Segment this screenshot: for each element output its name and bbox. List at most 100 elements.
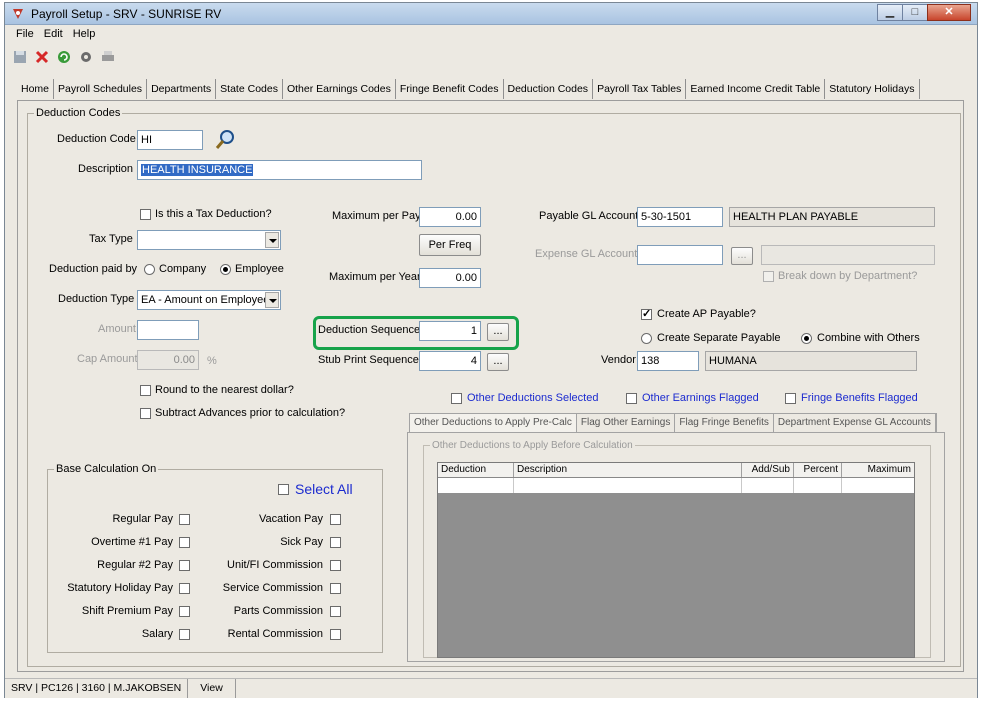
- column-add-sub[interactable]: Add/Sub: [742, 463, 794, 477]
- settings-icon[interactable]: [77, 48, 95, 66]
- menu-file[interactable]: File: [11, 26, 39, 44]
- stub-print-sequence-input[interactable]: 4: [419, 351, 481, 371]
- separate-payable-radio[interactable]: [641, 333, 652, 344]
- tab-flag-other-earnings[interactable]: Flag Other Earnings: [577, 414, 676, 432]
- amount-input[interactable]: [137, 320, 199, 340]
- tab-payroll-schedules[interactable]: Payroll Schedules: [54, 79, 148, 99]
- subtract-advances-checkbox[interactable]: [140, 408, 151, 419]
- max-per-year-input[interactable]: 0.00: [419, 268, 481, 288]
- print-icon[interactable]: [99, 48, 117, 66]
- select-all-checkbox[interactable]: [278, 484, 289, 495]
- search-icon[interactable]: [215, 128, 237, 150]
- table-row[interactable]: [438, 478, 914, 493]
- regular-2-pay-checkbox[interactable]: [179, 560, 190, 571]
- pre-calc-table[interactable]: Deduction Description Add/Sub Percent Ma…: [437, 462, 915, 658]
- deduction-codes-legend: Deduction Codes: [36, 107, 121, 119]
- expense-gl-input[interactable]: [637, 245, 723, 265]
- combine-others-label: Combine with Others: [817, 332, 920, 344]
- paid-by-employee-radio[interactable]: [220, 264, 231, 275]
- salary-checkbox[interactable]: [179, 629, 190, 640]
- tab-pre-calc[interactable]: Other Deductions to Apply Pre-Calc: [410, 414, 577, 432]
- percent-sign: %: [207, 355, 217, 367]
- column-description[interactable]: Description: [514, 463, 742, 477]
- paid-by-company-radio[interactable]: [144, 264, 155, 275]
- regular-pay-checkbox[interactable]: [179, 514, 190, 525]
- column-percent[interactable]: Percent: [794, 463, 842, 477]
- vendor-input[interactable]: 138: [637, 351, 699, 371]
- overtime-1-pay-checkbox[interactable]: [179, 537, 190, 548]
- table-header: Deduction Description Add/Sub Percent Ma…: [438, 463, 914, 478]
- column-deduction[interactable]: Deduction: [438, 463, 514, 477]
- tab-payroll-tax-tables[interactable]: Payroll Tax Tables: [593, 79, 687, 99]
- separate-payable-label: Create Separate Payable: [657, 332, 781, 344]
- tab-other-earnings-codes[interactable]: Other Earnings Codes: [283, 79, 396, 99]
- per-freq-button[interactable]: Per Freq: [419, 234, 481, 256]
- statutory-holiday-pay-checkbox[interactable]: [179, 583, 190, 594]
- create-ap-payable-label: Create AP Payable?: [657, 308, 756, 320]
- shift-premium-pay-label: Shift Premium Pay: [81, 605, 173, 617]
- combine-others-radio[interactable]: [801, 333, 812, 344]
- close-button[interactable]: ✕: [927, 4, 971, 21]
- tax-type-select[interactable]: [137, 230, 281, 250]
- delete-icon[interactable]: [33, 48, 51, 66]
- deduction-type-select[interactable]: EA - Amount on Employees: [137, 290, 281, 310]
- window-title: Payroll Setup - SRV - SUNRISE RV: [31, 7, 222, 21]
- parts-commission-checkbox[interactable]: [330, 606, 341, 617]
- app-icon: [13, 9, 23, 19]
- deduction-code-input[interactable]: HI: [137, 130, 203, 150]
- break-down-checkbox[interactable]: [763, 271, 774, 282]
- status-view[interactable]: View: [188, 679, 236, 698]
- expense-gl-lookup-button[interactable]: ...: [731, 247, 753, 265]
- menu-edit[interactable]: Edit: [39, 26, 68, 44]
- tab-departments[interactable]: Departments: [147, 79, 217, 99]
- regular-pay-label: Regular Pay: [112, 513, 173, 525]
- minimize-button[interactable]: ▁: [877, 4, 903, 21]
- payroll-setup-window: Payroll Setup - SRV - SUNRISE RV ▁ □ ✕ F…: [4, 2, 978, 698]
- paid-by-employee-label: Employee: [235, 263, 284, 275]
- description-input[interactable]: HEALTH INSURANCE: [137, 160, 422, 180]
- payable-gl-input[interactable]: 5-30-1501: [637, 207, 723, 227]
- subtract-advances-label: Subtract Advances prior to calculation?: [155, 407, 346, 419]
- tab-fringe-benefit-codes[interactable]: Fringe Benefit Codes: [396, 79, 504, 99]
- vendor-label: Vendor: [601, 354, 636, 366]
- toolbar: [11, 46, 117, 68]
- shift-premium-pay-checkbox[interactable]: [179, 606, 190, 617]
- tab-deduction-codes[interactable]: Deduction Codes: [503, 79, 594, 99]
- cap-amount-label: Cap Amount: [77, 353, 138, 365]
- tab-home[interactable]: Home: [17, 79, 55, 99]
- payable-gl-description: HEALTH PLAN PAYABLE: [729, 207, 935, 227]
- title-bar[interactable]: Payroll Setup - SRV - SUNRISE RV ▁ □ ✕: [5, 3, 977, 25]
- refresh-icon[interactable]: [55, 48, 73, 66]
- create-ap-payable-checkbox[interactable]: [641, 307, 652, 320]
- tab-statutory-holidays[interactable]: Statutory Holidays: [825, 79, 920, 99]
- menu-help[interactable]: Help: [68, 26, 101, 44]
- tab-department-expense-gl[interactable]: Department Expense GL Accounts: [774, 414, 936, 432]
- maximize-button[interactable]: □: [902, 4, 928, 21]
- tab-flag-fringe-benefits[interactable]: Flag Fringe Benefits: [675, 414, 774, 432]
- vacation-pay-checkbox[interactable]: [330, 514, 341, 525]
- fringe-benefits-flagged-checkbox[interactable]: [785, 393, 796, 404]
- sick-pay-checkbox[interactable]: [330, 537, 341, 548]
- service-commission-checkbox[interactable]: [330, 583, 341, 594]
- tax-deduction-checkbox[interactable]: [140, 209, 151, 220]
- round-dollar-checkbox[interactable]: [140, 385, 151, 396]
- tab-state-codes[interactable]: State Codes: [216, 79, 283, 99]
- minimize-icon: ▁: [885, 6, 895, 18]
- save-icon[interactable]: [11, 48, 29, 66]
- round-dollar-label: Round to the nearest dollar?: [155, 384, 294, 396]
- other-earnings-flagged-label: Other Earnings Flagged: [642, 392, 759, 404]
- expense-gl-description: [761, 245, 935, 265]
- stub-print-sequence-lookup-button[interactable]: ...: [487, 353, 509, 371]
- rental-commission-checkbox[interactable]: [330, 629, 341, 640]
- maximize-icon: □: [911, 6, 919, 18]
- other-earnings-flagged-checkbox[interactable]: [626, 393, 637, 404]
- service-commission-label: Service Commission: [222, 582, 323, 594]
- other-deductions-selected-checkbox[interactable]: [451, 393, 462, 404]
- tab-earned-income-credit-table[interactable]: Earned Income Credit Table: [686, 79, 826, 99]
- column-maximum[interactable]: Maximum: [842, 463, 914, 477]
- cap-amount-input[interactable]: 0.00: [137, 350, 199, 370]
- deduction-sequence-lookup-button[interactable]: ...: [487, 323, 509, 341]
- deduction-sequence-input[interactable]: 1: [419, 321, 481, 341]
- max-per-pay-input[interactable]: 0.00: [419, 207, 481, 227]
- unit-fi-commission-checkbox[interactable]: [330, 560, 341, 571]
